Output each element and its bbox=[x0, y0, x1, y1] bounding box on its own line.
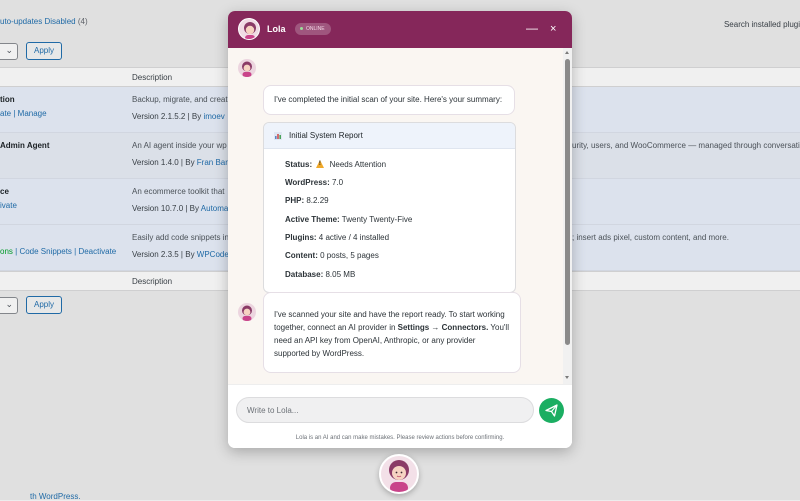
scroll-up-arrow-icon[interactable] bbox=[565, 51, 569, 54]
system-report-card: Initial System Report Status: Needs Atte… bbox=[263, 122, 516, 293]
report-row-theme: Active Theme: Twenty Twenty-Five bbox=[285, 215, 413, 224]
online-status-text: ONLINE bbox=[306, 26, 325, 32]
send-icon bbox=[545, 404, 558, 417]
warning-icon bbox=[316, 160, 325, 168]
ai-disclaimer: Lola is an AI and can make mistakes. Ple… bbox=[295, 435, 505, 441]
lola-message-avatar bbox=[238, 303, 256, 321]
message-bubble: I've completed the initial scan of your … bbox=[263, 85, 515, 115]
scrollbar-thumb[interactable] bbox=[565, 59, 570, 345]
chat-launcher-avatar-button[interactable] bbox=[379, 454, 419, 494]
lola-avatar-icon bbox=[389, 460, 409, 492]
lola-message-avatar bbox=[238, 59, 256, 77]
bar-chart-icon bbox=[274, 132, 282, 140]
online-dot-icon bbox=[300, 27, 303, 31]
report-row-plugins: Plugins: 4 active / 4 installed bbox=[285, 233, 390, 242]
close-button[interactable]: × bbox=[550, 23, 556, 35]
chat-scrollbar[interactable] bbox=[563, 48, 572, 384]
scroll-down-arrow-icon[interactable] bbox=[565, 376, 569, 379]
report-row-content: Content: 0 posts, 5 pages bbox=[285, 251, 379, 260]
message-bubble: I've scanned your site and have the repo… bbox=[263, 292, 521, 373]
lola-avatar bbox=[238, 18, 260, 40]
report-row-php: PHP: 8.2.29 bbox=[285, 196, 329, 205]
chat-header: Lola ONLINE — × bbox=[228, 11, 572, 48]
report-row-status: Status: Needs Attention bbox=[285, 160, 386, 169]
online-status-badge: ONLINE bbox=[295, 23, 331, 35]
send-button[interactable] bbox=[539, 398, 564, 423]
report-title: Initial System Report bbox=[289, 131, 363, 140]
report-row-wordpress: WordPress: 7.0 bbox=[285, 178, 344, 187]
minimize-button[interactable]: — bbox=[526, 22, 538, 34]
chat-messages[interactable]: I've completed the initial scan of your … bbox=[228, 48, 572, 384]
chat-message-input[interactable] bbox=[236, 397, 534, 423]
chat-footer: Lola is an AI and can make mistakes. Ple… bbox=[228, 384, 572, 448]
report-header: Initial System Report bbox=[264, 123, 515, 149]
chat-title: Lola bbox=[267, 24, 286, 34]
settings-connectors-text: Settings → Connectors. bbox=[397, 323, 489, 332]
chat-panel: Lola ONLINE — × I've completed the initi… bbox=[228, 11, 572, 448]
report-row-database: Database: 8.05 MB bbox=[285, 270, 356, 279]
